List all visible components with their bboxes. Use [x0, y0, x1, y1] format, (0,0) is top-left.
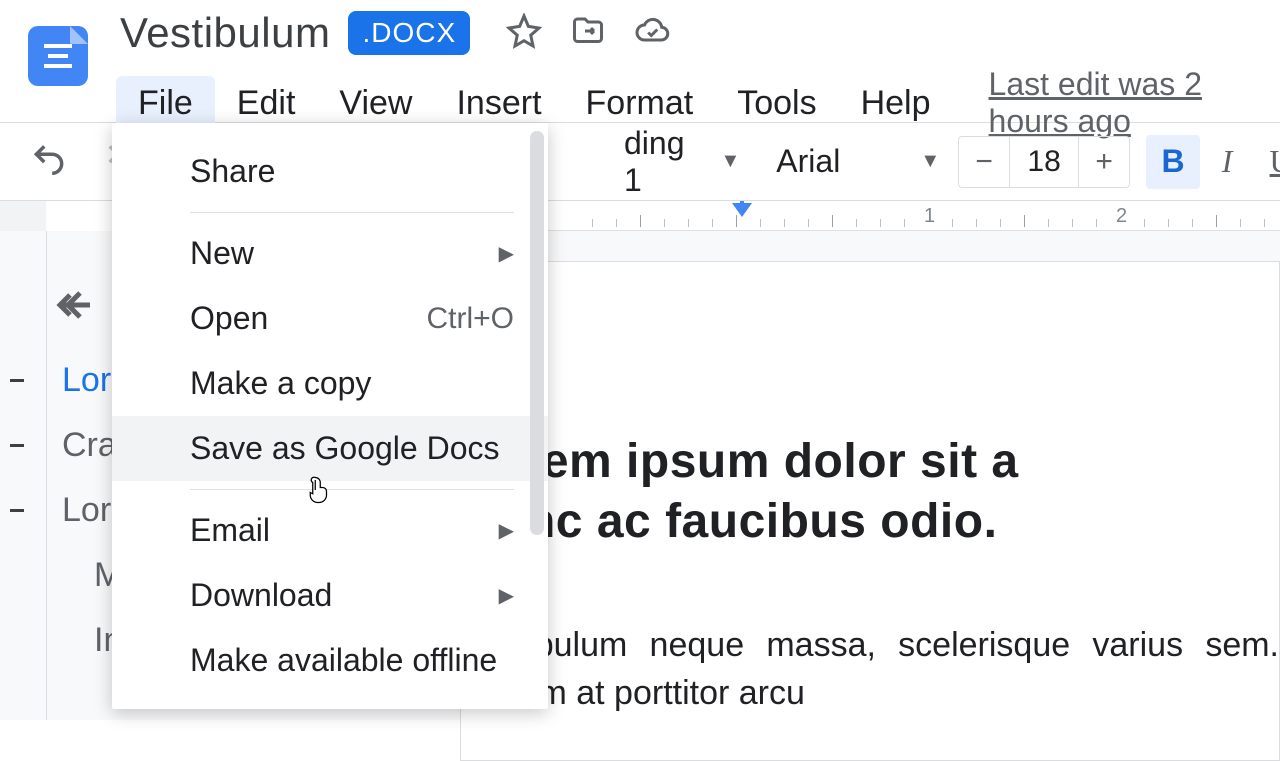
bold-button[interactable]: B	[1146, 135, 1200, 189]
menu-item-label: Email	[190, 512, 270, 549]
font-size-increase[interactable]: +	[1079, 145, 1129, 179]
font-select[interactable]: Arial ▼	[776, 143, 940, 180]
cloud-saved-icon[interactable]	[634, 13, 670, 54]
mouse-cursor-icon	[306, 475, 332, 510]
outline-close-button[interactable]	[50, 281, 98, 334]
menu-item-label: New	[190, 235, 254, 272]
move-icon[interactable]	[570, 13, 606, 54]
undo-button[interactable]	[30, 140, 68, 183]
italic-button[interactable]: I	[1200, 135, 1254, 189]
menu-available-offline[interactable]: Make available offline	[112, 628, 548, 693]
document-page[interactable]: Lorem ipsum dolor sit aNunc ac faucibus …	[460, 261, 1280, 761]
outline-item[interactable]: Cra	[30, 426, 122, 465]
menu-download[interactable]: Download ▶	[112, 563, 548, 628]
submenu-arrow-icon: ▶	[499, 241, 514, 266]
paragraph-style-label: ding 1	[624, 125, 685, 199]
chevron-down-icon: ▼	[920, 150, 940, 173]
font-size-decrease[interactable]: −	[959, 145, 1009, 179]
dropdown-scrollbar[interactable]	[530, 131, 544, 535]
file-menu-dropdown: Share New ▶ Open Ctrl+O Make a copy Save…	[112, 123, 548, 709]
body-paragraph[interactable]: Vestibulum neque massa, scelerisque vari…	[461, 622, 1279, 717]
outline-item-label: Lor	[62, 361, 111, 399]
ruler-number: 1	[924, 205, 935, 228]
menu-item-label: Save as Google Docs	[190, 430, 500, 467]
menu-share[interactable]: Share	[112, 139, 548, 204]
menu-new[interactable]: New ▶	[112, 221, 548, 286]
horizontal-ruler[interactable]: 1 2	[536, 201, 1280, 231]
docx-badge: .DOCX	[348, 11, 470, 55]
font-size-value[interactable]: 18	[1009, 137, 1079, 187]
font-size-stepper: − 18 +	[958, 136, 1130, 188]
menu-item-label: Make available offline	[190, 642, 497, 679]
outline-item-label: Cra	[62, 426, 117, 464]
chevron-down-icon: ▼	[721, 150, 741, 173]
star-icon[interactable]	[506, 13, 542, 54]
heading-1[interactable]: Lorem ipsum dolor sit aNunc ac faucibus …	[461, 432, 1279, 552]
paragraph-style-select[interactable]: ding 1 ▼	[624, 125, 740, 199]
outline-item[interactable]: Lor	[30, 361, 122, 400]
menu-save-as-google-docs[interactable]: Save as Google Docs	[112, 416, 548, 481]
menu-item-label: Open	[190, 300, 268, 337]
outline-item[interactable]: Lor	[30, 491, 122, 530]
menu-item-label: Download	[190, 577, 332, 614]
menu-shortcut: Ctrl+O	[426, 302, 514, 336]
docs-logo-icon[interactable]	[28, 26, 88, 86]
submenu-arrow-icon: ▶	[499, 583, 514, 608]
underline-button[interactable]: U	[1254, 135, 1280, 189]
font-label: Arial	[776, 143, 840, 180]
menu-open[interactable]: Open Ctrl+O	[112, 286, 548, 351]
outline-item-label: Lor	[62, 491, 111, 529]
menu-item-label: Make a copy	[190, 365, 371, 402]
menu-item-label: Share	[190, 153, 275, 190]
indent-marker-icon[interactable]	[732, 203, 752, 217]
outline-subitem[interactable]: M	[30, 556, 122, 595]
menu-make-copy[interactable]: Make a copy	[112, 351, 548, 416]
ruler-number: 2	[1116, 205, 1127, 228]
outline-subitem[interactable]: In	[30, 621, 122, 660]
app-header: Vestibulum .DOCX File Edit View Insert F…	[0, 0, 1280, 123]
submenu-arrow-icon: ▶	[499, 518, 514, 543]
document-title[interactable]: Vestibulum	[120, 9, 330, 57]
